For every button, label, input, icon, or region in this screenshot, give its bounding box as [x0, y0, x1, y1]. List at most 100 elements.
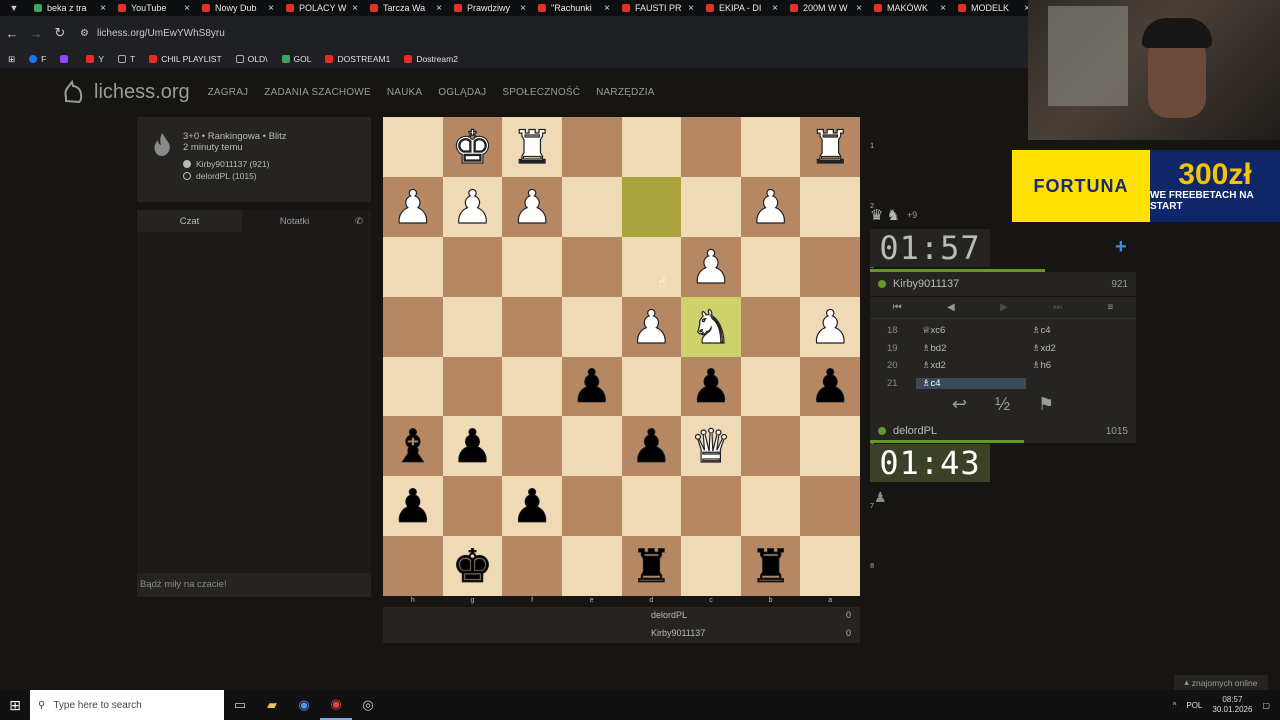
close-tab-icon[interactable]: ×: [688, 3, 694, 14]
black-rook-icon[interactable]: ♜: [750, 543, 792, 590]
board-square[interactable]: ♟: [502, 176, 562, 237]
board-square[interactable]: [740, 356, 801, 417]
browser-tab[interactable]: MAKÓWK ×: [868, 0, 952, 16]
move-white[interactable]: ♗xd2: [916, 360, 1026, 371]
board-square[interactable]: [561, 176, 622, 237]
bookmark[interactable]: [60, 54, 72, 64]
board-square[interactable]: [621, 236, 682, 297]
board-square[interactable]: ♟4: [800, 296, 874, 357]
nav-item[interactable]: SPOŁECZNOŚĆ: [502, 87, 580, 98]
bookmark[interactable]: GOL: [281, 54, 311, 64]
board-square[interactable]: [383, 236, 443, 297]
move-white[interactable]: ♗c4: [916, 377, 1026, 389]
browser-tab[interactable]: YouTube ×: [112, 0, 196, 16]
takeback-icon[interactable]: ↩: [952, 394, 967, 415]
white-pawn-icon[interactable]: ♟: [749, 183, 791, 230]
chess-board[interactable]: ♚♜♜1♟♟♟♟2♟3♟♞♟4♟♟♟5♝♟♟♛6♟♟7♚♜♜8: [383, 117, 874, 596]
board-square[interactable]: [561, 296, 622, 357]
white-rook-icon[interactable]: ♜: [511, 123, 553, 170]
board-square[interactable]: ♝: [383, 416, 443, 477]
board-square[interactable]: [502, 416, 562, 477]
forward-icon[interactable]: →: [24, 26, 48, 41]
app-icon[interactable]: ◉: [288, 697, 320, 713]
board-square[interactable]: ♟5: [800, 356, 874, 417]
white-player-link[interactable]: Kirby9011137 (921): [183, 159, 287, 169]
apps-grid-icon[interactable]: ⊞: [8, 54, 15, 65]
reload-icon[interactable]: ↻: [48, 25, 72, 41]
browser-tab[interactable]: 200M W W ×: [784, 0, 868, 16]
file-explorer-icon[interactable]: ▰: [256, 697, 288, 713]
board-square[interactable]: ♜: [502, 117, 562, 177]
board-square[interactable]: [442, 476, 503, 537]
board-square[interactable]: [740, 296, 801, 357]
nav-item[interactable]: NAUKA: [387, 87, 422, 98]
board-square[interactable]: ♟: [561, 356, 622, 417]
site-info-icon[interactable]: ⚙: [80, 28, 89, 39]
white-rook-icon[interactable]: ♜: [809, 123, 851, 170]
black-rook-icon[interactable]: ♜: [630, 543, 672, 590]
browser-tab[interactable]: POLACY W ×: [280, 0, 364, 16]
board-square[interactable]: [681, 117, 741, 177]
bookmark[interactable]: Dostream2: [404, 54, 458, 64]
nav-item[interactable]: ZADANIA SZACHOWE: [264, 87, 371, 98]
white-pawn-icon[interactable]: ♟: [511, 183, 553, 230]
bookmark[interactable]: DOSTREAM1: [325, 54, 390, 64]
board-square[interactable]: ♟: [383, 476, 443, 537]
nav-item[interactable]: OGLĄDAJ: [438, 87, 486, 98]
board-square[interactable]: ♟: [621, 296, 682, 357]
black-pawn-icon[interactable]: ♟: [690, 363, 732, 410]
board-square[interactable]: [740, 117, 801, 177]
white-knight-icon[interactable]: ♞: [690, 303, 732, 350]
bookmark[interactable]: OLD\: [235, 54, 268, 64]
browser-tab[interactable]: beka z tra ×: [28, 0, 112, 16]
black-player-link[interactable]: delordPL (1015): [183, 171, 287, 181]
chrome-icon[interactable]: ◉: [320, 690, 352, 720]
board-square[interactable]: ♟: [681, 236, 741, 297]
board-square[interactable]: 8: [800, 536, 874, 596]
board-square[interactable]: [621, 356, 682, 417]
close-tab-icon[interactable]: ×: [520, 3, 526, 14]
friends-online-button[interactable]: ▴ znajomych online: [1174, 675, 1268, 690]
black-king-icon[interactable]: ♚: [451, 543, 493, 590]
board-square[interactable]: [681, 476, 741, 537]
move-black[interactable]: ♗h6: [1026, 360, 1136, 371]
black-pawn-icon[interactable]: ♟: [392, 483, 434, 530]
browser-tab[interactable]: FAUSTI PR ×: [616, 0, 700, 16]
board-square[interactable]: [502, 356, 562, 417]
board-square[interactable]: [621, 476, 682, 537]
move-white[interactable]: ♕xc6: [916, 325, 1026, 336]
board-square[interactable]: [442, 236, 503, 297]
bookmark[interactable]: CHIL PLAYLIST: [149, 54, 222, 64]
board-square[interactable]: [561, 416, 622, 477]
board-square[interactable]: [621, 176, 682, 237]
tab-search-chevron-icon[interactable]: ▼: [0, 0, 28, 16]
menu-icon[interactable]: ≡: [1107, 302, 1113, 313]
taskbar-search[interactable]: ⚲ Type here to search: [30, 690, 224, 720]
board-square[interactable]: ♟: [621, 416, 682, 477]
browser-tab[interactable]: Tarcza Wa ×: [364, 0, 448, 16]
nav-item[interactable]: ZAGRAJ: [208, 87, 249, 98]
task-view-icon[interactable]: ▭: [224, 697, 256, 713]
clock[interactable]: 08:57 30.01.2026: [1212, 695, 1252, 715]
board-square[interactable]: [383, 356, 443, 417]
board-square[interactable]: 3: [800, 236, 874, 297]
white-pawn-icon[interactable]: ♟: [392, 183, 434, 230]
url-field[interactable]: ⚙ lichess.org/UmEwYWhS8yru: [80, 28, 225, 39]
back-icon[interactable]: ←: [0, 26, 24, 41]
board-square[interactable]: ♜: [740, 536, 801, 596]
lichess-logo[interactable]: lichess.org: [60, 79, 190, 105]
close-tab-icon[interactable]: ×: [184, 3, 190, 14]
tray-expand-icon[interactable]: ^: [1173, 701, 1177, 710]
board-square[interactable]: [740, 416, 801, 477]
board-square[interactable]: ♟: [681, 356, 741, 417]
board-square[interactable]: ♟: [442, 416, 503, 477]
close-tab-icon[interactable]: ×: [940, 3, 946, 14]
crosstable-row[interactable]: Kirby9011137 0: [651, 628, 851, 638]
bookmark[interactable]: T: [118, 54, 135, 64]
board-square[interactable]: ♛: [681, 416, 741, 477]
bookmark[interactable]: F: [29, 54, 46, 64]
voice-chat-icon[interactable]: ✆: [347, 210, 371, 232]
board-square[interactable]: [681, 176, 741, 237]
notifications-icon[interactable]: ▢: [1262, 701, 1270, 710]
board-square[interactable]: [502, 536, 562, 596]
